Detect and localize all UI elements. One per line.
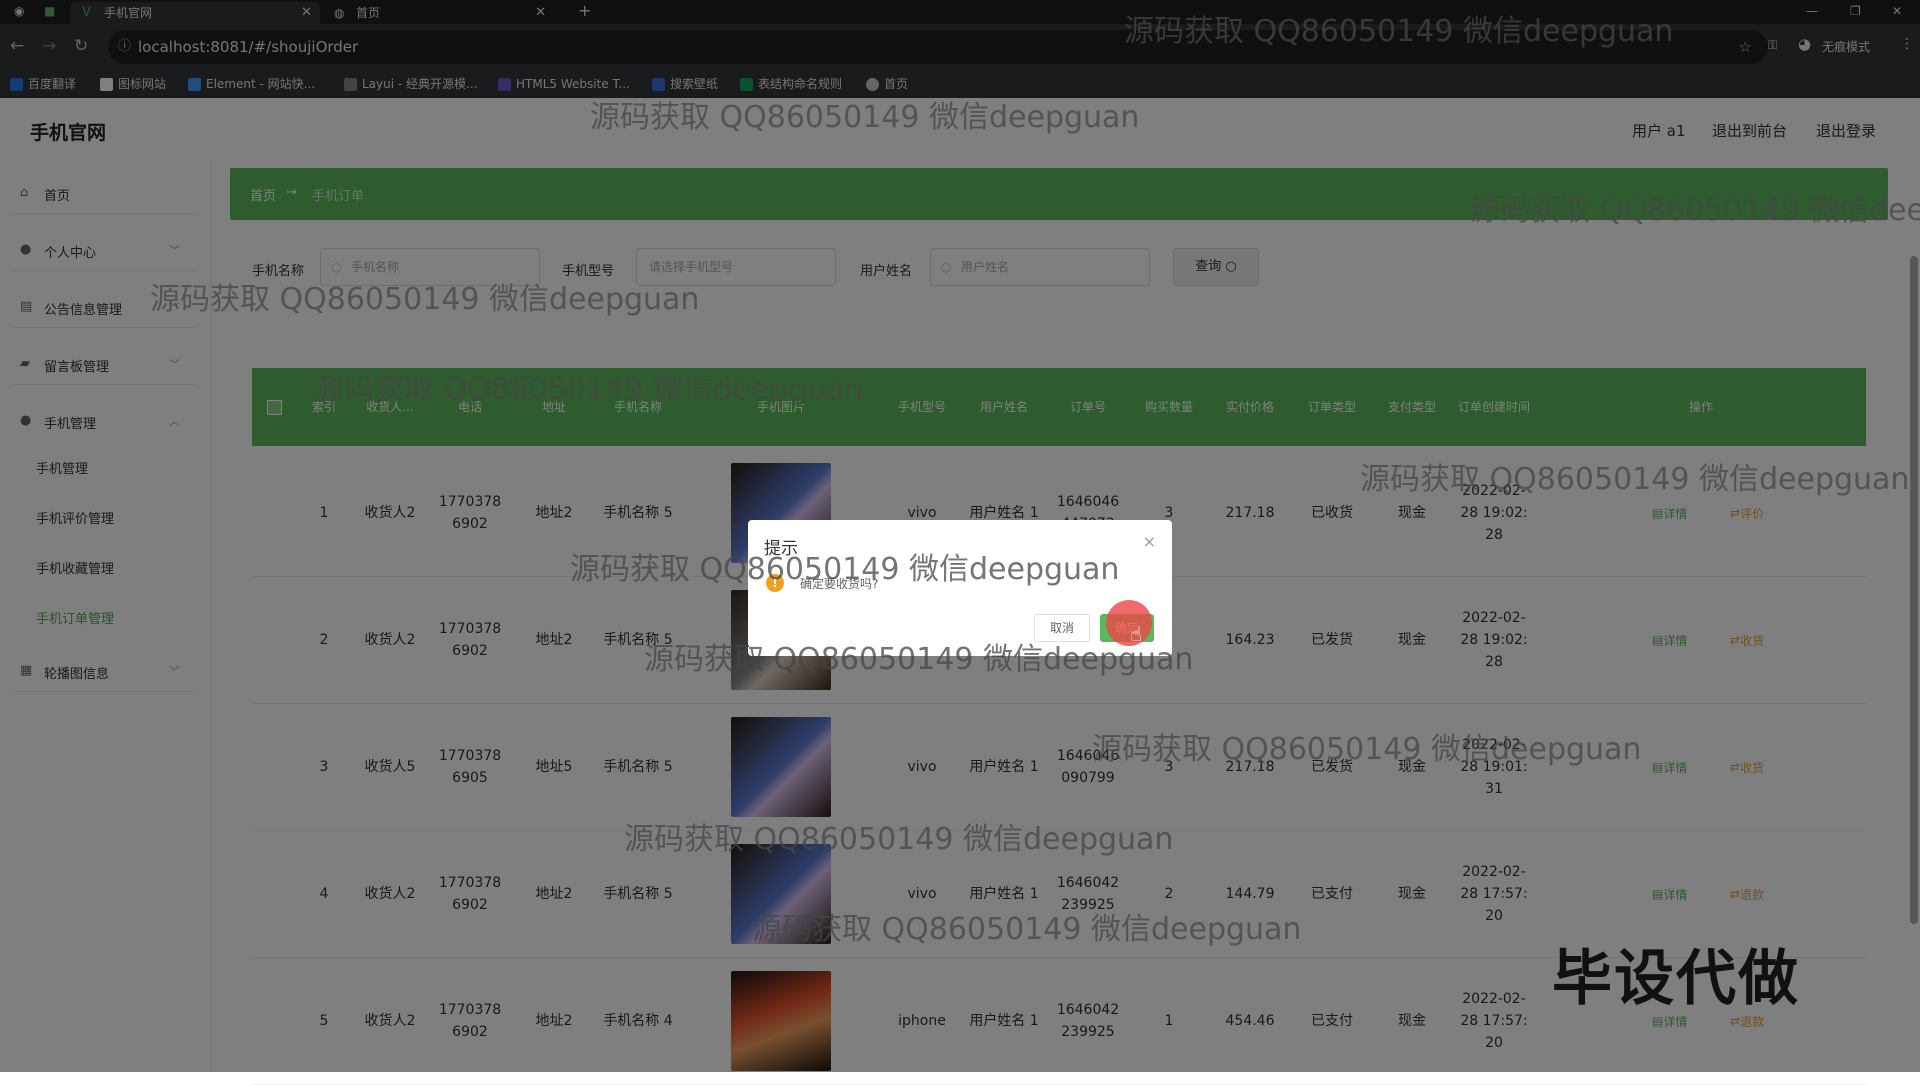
watermark: 源码获取 QQ86050149 微信deepguan: [150, 282, 700, 317]
watermark: 源码获取 QQ86050149 微信deepguan: [752, 912, 1302, 947]
watermark: 源码获取 QQ86050149 微信deepguan: [1092, 732, 1642, 767]
watermark: 源码获取 QQ86050149 微信deepguan: [314, 372, 864, 407]
watermark: 源码获取 QQ86050149 微信deepguan: [1470, 193, 1920, 228]
watermark: 源码获取 QQ86050149 微信deepguan: [644, 642, 1194, 677]
watermark: 源码获取 QQ86050149 微信deepguan: [1360, 462, 1910, 497]
watermark: 源码获取 QQ86050149 微信deepguan: [624, 822, 1174, 857]
watermark: 源码获取 QQ86050149 微信deepguan: [1124, 14, 1674, 49]
banner-watermark: 毕设代做: [1552, 944, 1800, 1014]
watermark: 源码获取 QQ86050149 微信deepguan: [570, 552, 1120, 587]
watermark: 源码获取 QQ86050149 微信deepguan: [590, 100, 1140, 135]
close-icon[interactable]: ×: [1143, 532, 1156, 551]
